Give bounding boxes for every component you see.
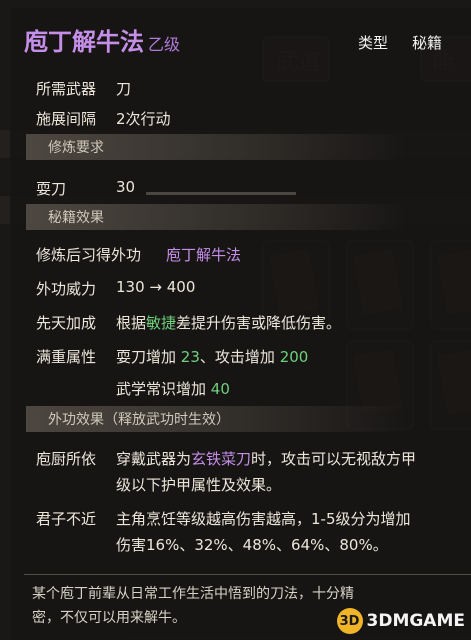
required-weapon-label: 所需武器 <box>36 80 97 98</box>
training-stat-value: 30 <box>116 178 136 196</box>
effect-2-label: 君子不近 <box>36 510 97 528</box>
description-line: 某个庖丁前辈从日常工作生活中悟到的刀法，十分精 <box>32 586 354 602</box>
innate-bonus-value: 根据敏捷差提升伤害或降低伤害。 <box>116 312 341 333</box>
innate-attribute: 敏捷 <box>146 314 177 332</box>
section-title: 修炼要求 <box>48 140 104 156</box>
cast-interval-label: 施展间隔 <box>36 110 97 128</box>
training-stat-label: 耍刀 <box>36 180 67 198</box>
innate-text: 根据 <box>116 314 147 332</box>
mastery-text: 、攻击增加 <box>199 348 275 366</box>
mastery-line-2: 武学常识增加 40 <box>116 378 230 399</box>
type-label: 类型 <box>358 34 389 52</box>
mastery-text: 武学常识增加 <box>116 380 207 398</box>
innate-text: 差提升伤害或降低伤害。 <box>176 314 342 332</box>
power-label: 外功威力 <box>36 280 97 298</box>
effect-2-line-2: 伤害16%、32%、48%、64%、80%。 <box>116 536 388 554</box>
mastery-number: 23 <box>180 348 200 366</box>
watermark-logo-icon: 3D <box>336 608 363 634</box>
effect-1-line-1: 穿戴武器为玄铁菜刀时，攻击可以无视敌方甲 <box>116 448 416 469</box>
mastery-label: 满重属性 <box>36 348 97 366</box>
manual-effect-header: 秘籍效果 <box>26 204 406 230</box>
skill-title: 庖丁解牛法 乙级 <box>24 22 180 57</box>
mastery-text: 耍刀增加 <box>116 348 177 366</box>
effect-2-line-1: 主角烹饪等级越高伤害越高，1-5级分为增加 <box>116 510 411 528</box>
training-requirement-header: 修炼要求 <box>26 134 406 160</box>
description-divider <box>24 574 471 575</box>
site-watermark: 3D 3DMGAME <box>336 608 466 634</box>
mastery-number: 200 <box>279 348 309 366</box>
effect-text: 穿戴武器为 <box>116 450 192 468</box>
training-progress-bar <box>146 192 296 195</box>
skill-grade: 乙级 <box>148 35 181 54</box>
effect-1-label: 庖厨所依 <box>36 450 97 468</box>
power-value: 130 → 400 <box>116 278 196 296</box>
skill-tooltip-panel: 庖丁解牛法 乙级 类型 秘籍 所需武器 刀 施展间隔 2次行动 修炼要求 耍刀 3… <box>10 8 471 640</box>
section-title: 外功效果（释放武功时生效） <box>48 412 230 428</box>
innate-bonus-label: 先天加成 <box>36 314 97 332</box>
effect-1-line-2: 级以下护甲属性及效果。 <box>116 476 282 494</box>
effect-item-name: 玄铁菜刀 <box>191 450 252 468</box>
skill-name: 庖丁解牛法 <box>24 28 144 56</box>
cast-interval-value: 2次行动 <box>116 110 171 128</box>
learn-after-value: 庖丁解牛法 <box>166 246 242 264</box>
required-weapon-value: 刀 <box>116 80 132 98</box>
effect-text: 时，攻击可以无视敌方甲 <box>251 450 417 468</box>
skill-effect-header: 外功效果（释放武功时生效） <box>26 406 406 432</box>
type-value: 秘籍 <box>412 34 443 52</box>
section-title: 秘籍效果 <box>48 210 104 226</box>
watermark-text: 3DMGAME <box>366 611 466 631</box>
learn-after-label: 修炼后习得外功 <box>36 246 142 264</box>
mastery-line-1: 耍刀增加 23、攻击增加 200 <box>116 346 308 367</box>
mastery-number: 40 <box>210 380 230 398</box>
